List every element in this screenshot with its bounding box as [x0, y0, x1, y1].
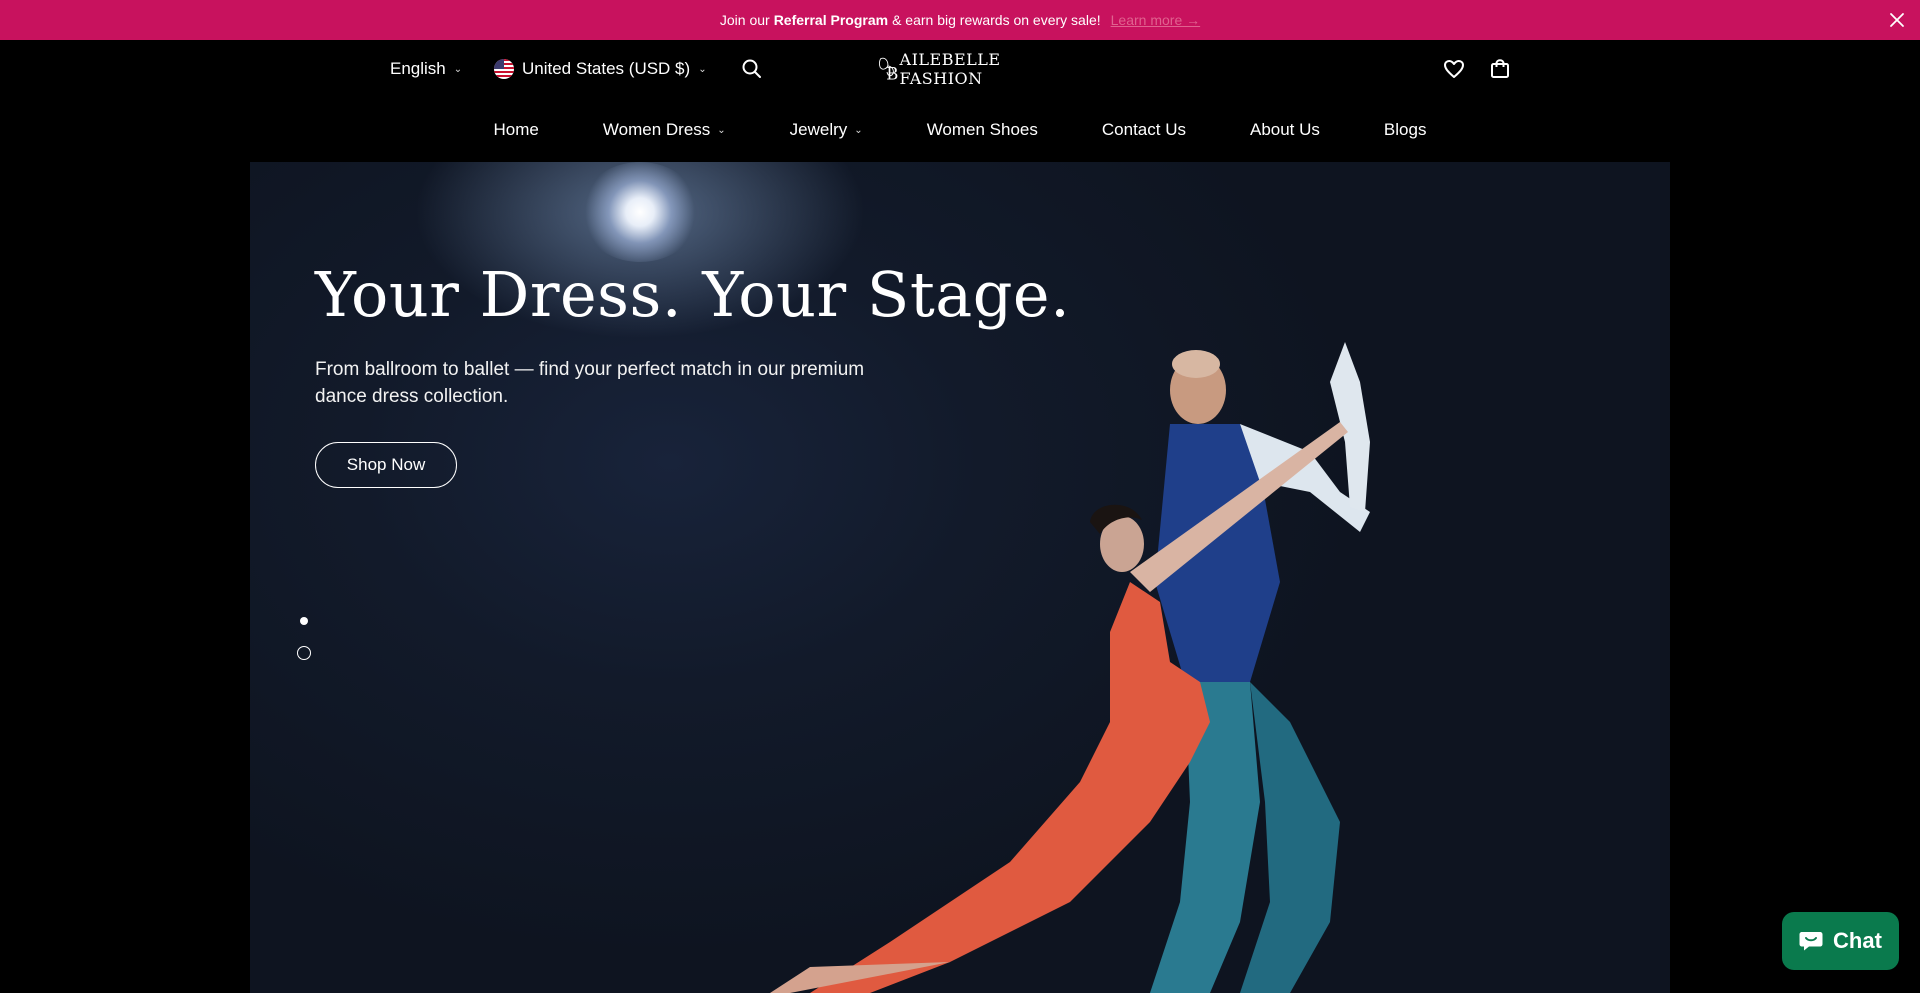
language-label: English: [390, 59, 446, 78]
nav-label: Women Shoes: [926, 120, 1038, 139]
nav-item-contact-us[interactable]: Contact Us: [1070, 120, 1218, 140]
slide-dot-1[interactable]: [300, 617, 308, 625]
nav-item-women-shoes[interactable]: Women Shoes: [895, 120, 1070, 140]
nav-label: Home: [493, 120, 539, 139]
announcement-suffix: & earn big rewards on every sale!: [892, 12, 1101, 28]
language-selector[interactable]: English ⌄: [390, 56, 462, 82]
chevron-down-icon: ⌄: [453, 63, 463, 75]
logo-text: AILEBELLE FASHION: [899, 50, 1001, 88]
nav-label: Contact Us: [1101, 120, 1186, 139]
shop-now-button[interactable]: Shop Now: [315, 442, 457, 488]
announcement-prefix: Join our: [719, 12, 770, 28]
nav-label: About Us: [1249, 120, 1320, 139]
heart-icon: [1444, 60, 1464, 78]
announcement-bold: Referral Program: [773, 12, 889, 28]
butterfly-logo-icon: B: [878, 57, 898, 84]
chat-button[interactable]: Chat: [1782, 912, 1899, 970]
learn-more-link[interactable]: Learn more →: [1111, 12, 1200, 28]
site-logo[interactable]: B AILEBELLE FASHION: [878, 50, 1042, 88]
search-button[interactable]: [740, 57, 764, 81]
wishlist-button[interactable]: [1442, 57, 1466, 81]
header-top: English ⌄ United States (USD $) ⌄ B AILE…: [0, 40, 1920, 98]
chevron-down-icon: ⌄: [698, 63, 707, 75]
chevron-down-icon: ⌄: [717, 124, 726, 136]
us-flag-icon: [494, 59, 514, 79]
chat-bubble-icon: [1799, 932, 1823, 951]
nav-item-women-dress[interactable]: Women Dress ⌄: [571, 120, 758, 140]
nav-label: Women Dress: [602, 120, 711, 139]
search-icon: [742, 59, 761, 78]
logo-initial: B: [886, 65, 897, 84]
close-announcement-button[interactable]: [1886, 9, 1908, 31]
announcement-bar: Join our Referral Program & earn big rew…: [0, 0, 1920, 40]
close-icon: [1890, 13, 1904, 27]
main-nav: Home Women Dress ⌄ Jewelry ⌄ Women Shoes C…: [0, 98, 1920, 162]
nav-item-jewelry[interactable]: Jewelry ⌄: [758, 120, 895, 140]
currency-selector[interactable]: United States (USD $) ⌄: [494, 56, 707, 82]
chevron-down-icon: ⌄: [854, 124, 863, 136]
hero-banner: Your Dress. Your Stage. From ballroom to…: [250, 162, 1670, 993]
chat-label: Chat: [1833, 928, 1882, 953]
site-header: English ⌄ United States (USD $) ⌄ B AILE…: [0, 40, 1920, 162]
hero-subtitle: From ballroom to ballet — find your perf…: [315, 359, 865, 407]
nav-item-about-us[interactable]: About Us: [1218, 120, 1352, 140]
shopping-bag-icon: [1491, 59, 1509, 78]
announcement-text: Join our Referral Program & earn big rew…: [720, 12, 1200, 28]
nav-item-blogs[interactable]: Blogs: [1352, 120, 1459, 140]
nav-item-home[interactable]: Home: [462, 120, 571, 140]
slide-dot-2[interactable]: [297, 646, 311, 660]
nav-label: Blogs: [1383, 120, 1427, 139]
hero-title: Your Dress. Your Stage.: [315, 258, 1071, 331]
currency-label: United States (USD $): [522, 59, 691, 78]
cart-button[interactable]: [1488, 57, 1512, 81]
nav-label: Jewelry: [789, 120, 848, 139]
